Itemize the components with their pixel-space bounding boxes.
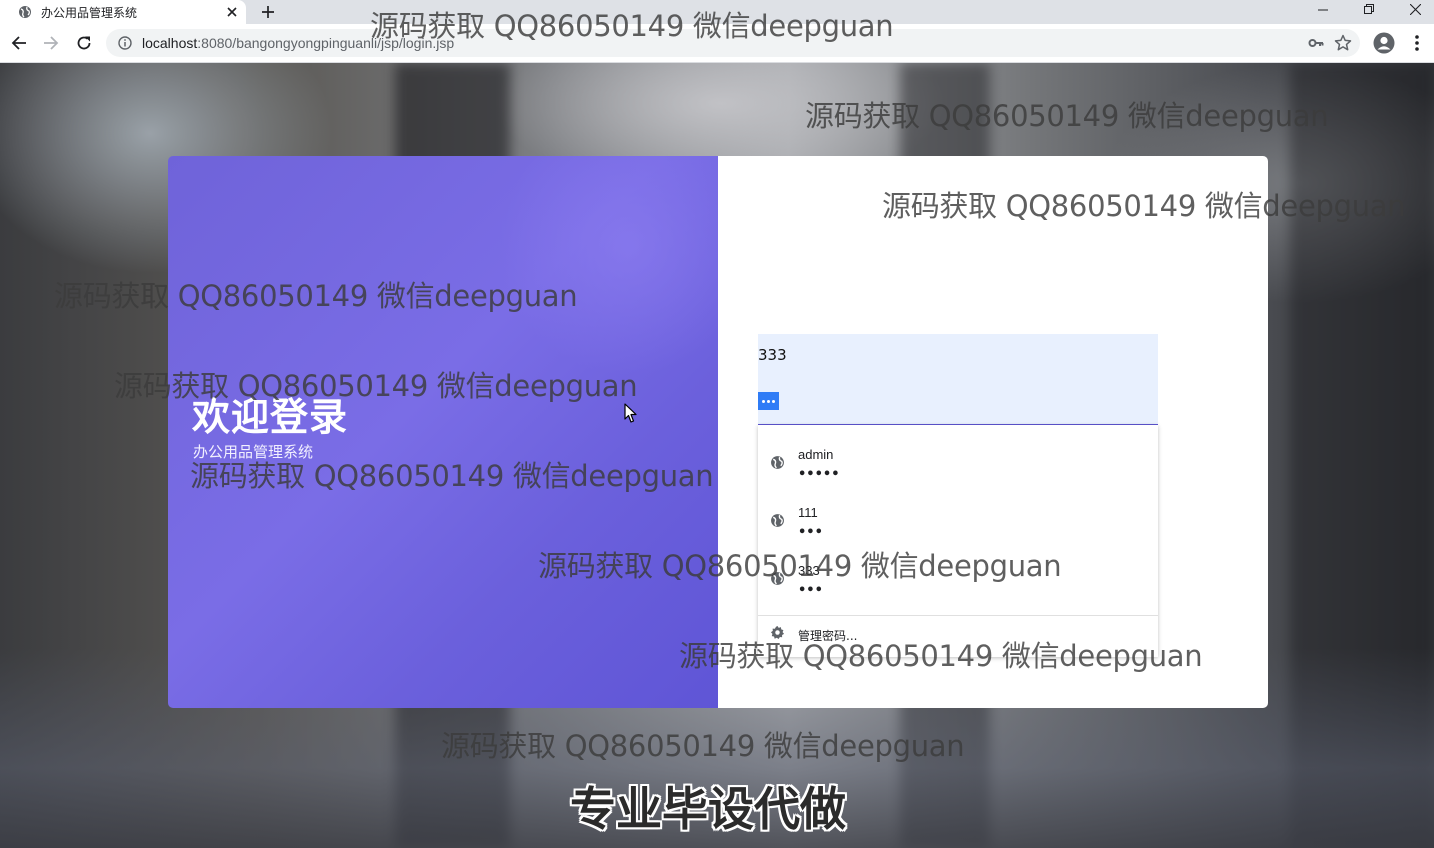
window-close-button[interactable] — [1392, 0, 1434, 18]
divider — [758, 615, 1158, 616]
key-icon[interactable] — [1308, 35, 1324, 51]
globe-icon — [771, 514, 784, 527]
watermark: 源码获取 QQ86050149 微信deepguan — [441, 729, 965, 763]
watermark: 源码获取 QQ86050149 微信deepguan — [679, 639, 1203, 673]
mouse-cursor-icon — [624, 403, 637, 423]
suggestion-password-mask: ••• — [798, 525, 823, 540]
watermark: 源码获取 QQ86050149 微信deepguan — [54, 279, 578, 313]
star-icon[interactable] — [1334, 34, 1352, 52]
watermark: 源码获取 QQ86050149 微信deepguan — [538, 549, 1062, 583]
login-card: 欢迎登录 办公用品管理系统 333 admin ••••• 111 ••• 33… — [168, 156, 1268, 708]
account-icon — [1373, 32, 1395, 54]
close-icon — [1409, 3, 1421, 15]
video-caption: 专业毕设代做 — [570, 782, 846, 836]
arrow-right-icon — [44, 36, 59, 50]
tab-close-button[interactable] — [220, 0, 244, 24]
restore-button[interactable] — [1346, 0, 1392, 18]
minimize-icon — [1318, 9, 1328, 11]
tab-title: 办公用品管理系统 — [41, 5, 138, 20]
url-host: localhost — [142, 35, 198, 51]
back-button[interactable] — [6, 30, 32, 56]
password-autofill-dropdown: admin ••••• 111 ••• 333 ••• 管理密码... — [758, 425, 1158, 657]
menu-button[interactable] — [1404, 30, 1430, 56]
close-icon — [227, 7, 237, 17]
watermark: 源码获取 QQ86050149 微信deepguan — [114, 369, 638, 403]
username-input[interactable]: 333 — [758, 346, 787, 364]
globe-icon — [19, 6, 31, 18]
plus-icon — [262, 6, 274, 18]
autofill-suggestion[interactable]: admin ••••• — [758, 437, 1158, 495]
minimize-button[interactable] — [1300, 0, 1346, 18]
watermark: 源码获取 QQ86050149 微信deepguan — [190, 459, 714, 493]
kebab-menu-icon — [1415, 35, 1419, 51]
login-form: 333 — [758, 334, 1158, 425]
suggestion-username: 111 — [798, 505, 818, 520]
profile-button[interactable] — [1371, 30, 1397, 56]
password-input[interactable] — [758, 392, 779, 410]
browser-tab[interactable]: 办公用品管理系统 — [0, 0, 246, 24]
suggestion-password-mask: ••••• — [798, 467, 840, 482]
restore-icon — [1364, 4, 1374, 14]
welcome-panel: 欢迎登录 办公用品管理系统 — [168, 156, 758, 708]
reload-icon — [77, 36, 91, 50]
reload-button[interactable] — [71, 30, 97, 56]
login-panel: 333 admin ••••• 111 ••• 333 ••• 管理密码... — [718, 156, 1268, 708]
watermark: 源码获取 QQ86050149 微信deepguan — [370, 9, 894, 43]
watermark: 源码获取 QQ86050149 微信deepguan — [805, 99, 1329, 133]
globe-icon — [771, 456, 784, 469]
forward-button[interactable] — [38, 30, 64, 56]
suggestion-password-mask: ••• — [798, 583, 823, 598]
info-icon[interactable] — [118, 36, 132, 50]
arrow-left-icon — [11, 36, 26, 50]
new-tab-button[interactable] — [256, 0, 280, 24]
suggestion-username: admin — [798, 447, 834, 462]
watermark: 源码获取 QQ86050149 微信deepguan — [882, 189, 1406, 223]
